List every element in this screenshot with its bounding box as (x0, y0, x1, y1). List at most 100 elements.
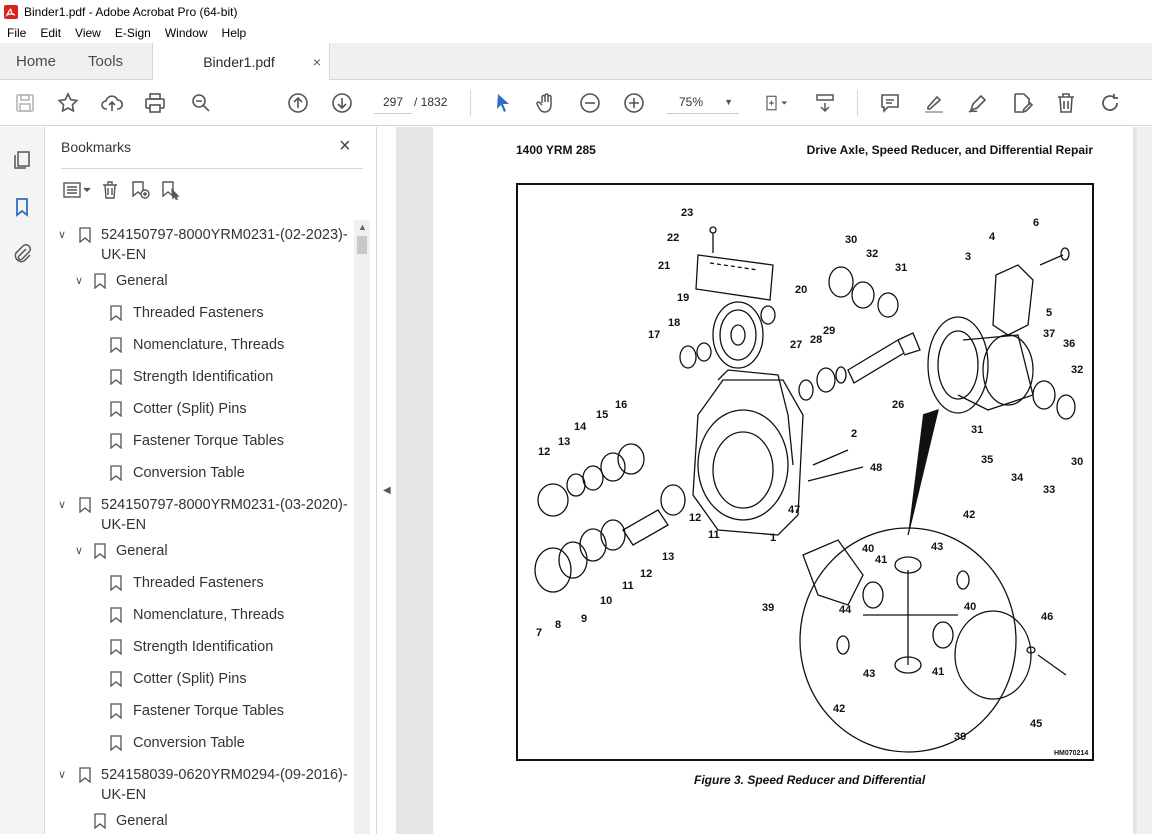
new-bookmark-icon[interactable] (125, 177, 155, 203)
speed-reducer-differential-drawing: 23 22 21 19 18 17 20 30 32 31 3 4 6 5 29… (534, 207, 1088, 757)
menu-file[interactable]: File (0, 26, 33, 40)
bookmark-icon (94, 543, 106, 559)
callout-6: 6 (1033, 217, 1039, 229)
bookmark-icon (110, 575, 122, 591)
bookmark-item-top-level[interactable]: ∨ 524158039-0620YRM0294-(09-2016)- UK-EN (45, 765, 355, 805)
callout-44: 44 (839, 604, 852, 616)
callout-41b: 41 (932, 666, 944, 678)
page-number-input[interactable]: 297 (374, 90, 412, 114)
callout-3: 3 (965, 251, 971, 263)
panel-splitter[interactable]: ◀ (377, 127, 396, 834)
scrollbar-thumb[interactable] (357, 236, 367, 254)
tab-document[interactable]: Binder1.pdf × (152, 43, 330, 80)
menu-window[interactable]: Window (158, 26, 215, 40)
collapse-chevron-icon[interactable]: ∨ (72, 544, 86, 558)
callout-32: 32 (866, 248, 878, 260)
zoom-level-select[interactable]: 75% ▼ (667, 90, 739, 114)
page-thumbnails-icon[interactable] (9, 147, 35, 173)
callout-18: 16 (615, 399, 627, 411)
tab-home[interactable]: Home (0, 43, 72, 79)
callout-33: 33 (1043, 484, 1055, 496)
collapse-chevron-icon[interactable]: ∨ (55, 498, 69, 512)
bookmark-star-icon[interactable] (55, 90, 81, 116)
bookmark-item-top-level[interactable]: ∨ 524150797-8000YRM0231-(03-2020)- UK-EN (45, 495, 355, 535)
delete-trash-icon[interactable] (1053, 90, 1079, 116)
upload-cloud-icon[interactable] (99, 90, 125, 116)
next-page-icon[interactable] (329, 90, 355, 116)
callout-2: 2 (851, 428, 857, 440)
collapse-panel-arrow-icon[interactable]: ◀ (383, 485, 391, 496)
bookmarks-icon[interactable] (9, 194, 35, 220)
callout-45: 45 (1030, 718, 1042, 730)
menu-help[interactable]: Help (215, 26, 254, 40)
collapse-chevron-icon[interactable]: ∨ (55, 768, 69, 782)
callout-11: 11 (708, 529, 720, 541)
bookmarks-tree: ∨ 524150797-8000YRM0231-(02-2023)- UK-EN… (45, 219, 355, 834)
callout-43b: 43 (863, 668, 875, 680)
toolbar: 297 / 1832 75% ▼ (0, 80, 1152, 126)
previous-page-icon[interactable] (285, 90, 311, 116)
menu-esign[interactable]: E-Sign (108, 26, 158, 40)
callout-28: 29 (823, 325, 835, 337)
callout-27: 28 (810, 334, 822, 346)
page-fit-icon[interactable] (758, 90, 794, 116)
bookmark-icon (110, 433, 122, 449)
select-cursor-icon[interactable] (490, 90, 516, 116)
bookmarks-scrollbar[interactable]: ▲ (354, 220, 370, 834)
tab-bar: Home Tools Binder1.pdf × (0, 43, 1152, 80)
bookmark-label: 524150797-8000YRM0231-(03-2020)- (101, 497, 348, 513)
tab-close-icon[interactable]: × (305, 54, 329, 70)
bookmark-label: Cotter (Split) Pins (133, 671, 247, 687)
title-bar: Binder1.pdf - Adobe Acrobat Pro (64-bit) (0, 0, 1152, 23)
acrobat-logo-icon (4, 4, 18, 19)
menu-view[interactable]: View (68, 26, 108, 40)
callout-43: 43 (931, 541, 943, 553)
rotate-redo-icon[interactable] (1097, 90, 1123, 116)
callout-47: 48 (870, 462, 882, 474)
comment-icon[interactable] (877, 90, 903, 116)
options-menu-icon[interactable] (59, 177, 95, 203)
zoom-in-icon[interactable] (621, 90, 647, 116)
tab-tools[interactable]: Tools (72, 43, 139, 79)
print-icon[interactable] (142, 90, 168, 116)
bookmark-icon (110, 607, 122, 623)
sign-pen-icon[interactable] (965, 90, 991, 116)
save-icon[interactable] (12, 90, 38, 116)
callout-16: 14 (574, 421, 587, 433)
delete-bookmark-icon[interactable] (95, 177, 125, 203)
scroll-up-arrow-icon[interactable]: ▲ (358, 222, 367, 232)
callout-38: 38 (923, 412, 935, 424)
bookmark-icon (110, 337, 122, 353)
zoom-out-icon[interactable] (577, 90, 603, 116)
callout-19: 17 (648, 329, 660, 341)
callout-7: 7 (536, 627, 542, 639)
collapse-chevron-icon[interactable]: ∨ (55, 228, 69, 242)
document-viewer[interactable]: 1400 YRM 285 Drive Axle, Speed Reducer, … (396, 127, 1152, 834)
attachments-paperclip-icon[interactable] (9, 240, 35, 266)
hand-tool-icon[interactable] (533, 90, 559, 116)
bookmark-icon (110, 305, 122, 321)
bookmark-icon (110, 735, 122, 751)
close-panel-icon[interactable]: × (339, 135, 351, 158)
menu-bar: File Edit View E-Sign Window Help (0, 23, 1152, 43)
callout-1: 1 (770, 532, 776, 544)
menu-edit[interactable]: Edit (33, 26, 68, 40)
new-bookmark-from-structure-icon[interactable] (155, 177, 185, 203)
bookmark-label-cont: UK-EN (101, 247, 147, 263)
callout-24: 22 (667, 232, 679, 244)
scroll-mode-icon[interactable] (812, 90, 838, 116)
bookmark-item-top-level[interactable]: ∨ 524150797-8000YRM0231-(02-2023)- UK-EN (45, 225, 355, 265)
highlight-pen-icon[interactable] (921, 90, 947, 116)
zoom-search-icon[interactable] (188, 90, 214, 116)
document-scrollbar[interactable] (1137, 127, 1152, 834)
bookmark-label: Conversion Table (133, 465, 245, 481)
callout-13: 13 (662, 551, 674, 563)
edit-pdf-icon[interactable] (1009, 90, 1035, 116)
bookmark-label: Threaded Fasteners (133, 575, 264, 591)
page-total: / 1832 (414, 95, 448, 109)
bookmark-icon (79, 227, 91, 243)
collapse-chevron-icon[interactable]: ∨ (72, 274, 86, 288)
chevron-down-icon: ▼ (724, 97, 733, 107)
callout-23: 21 (658, 260, 670, 272)
callout-46: 46 (1041, 611, 1053, 623)
